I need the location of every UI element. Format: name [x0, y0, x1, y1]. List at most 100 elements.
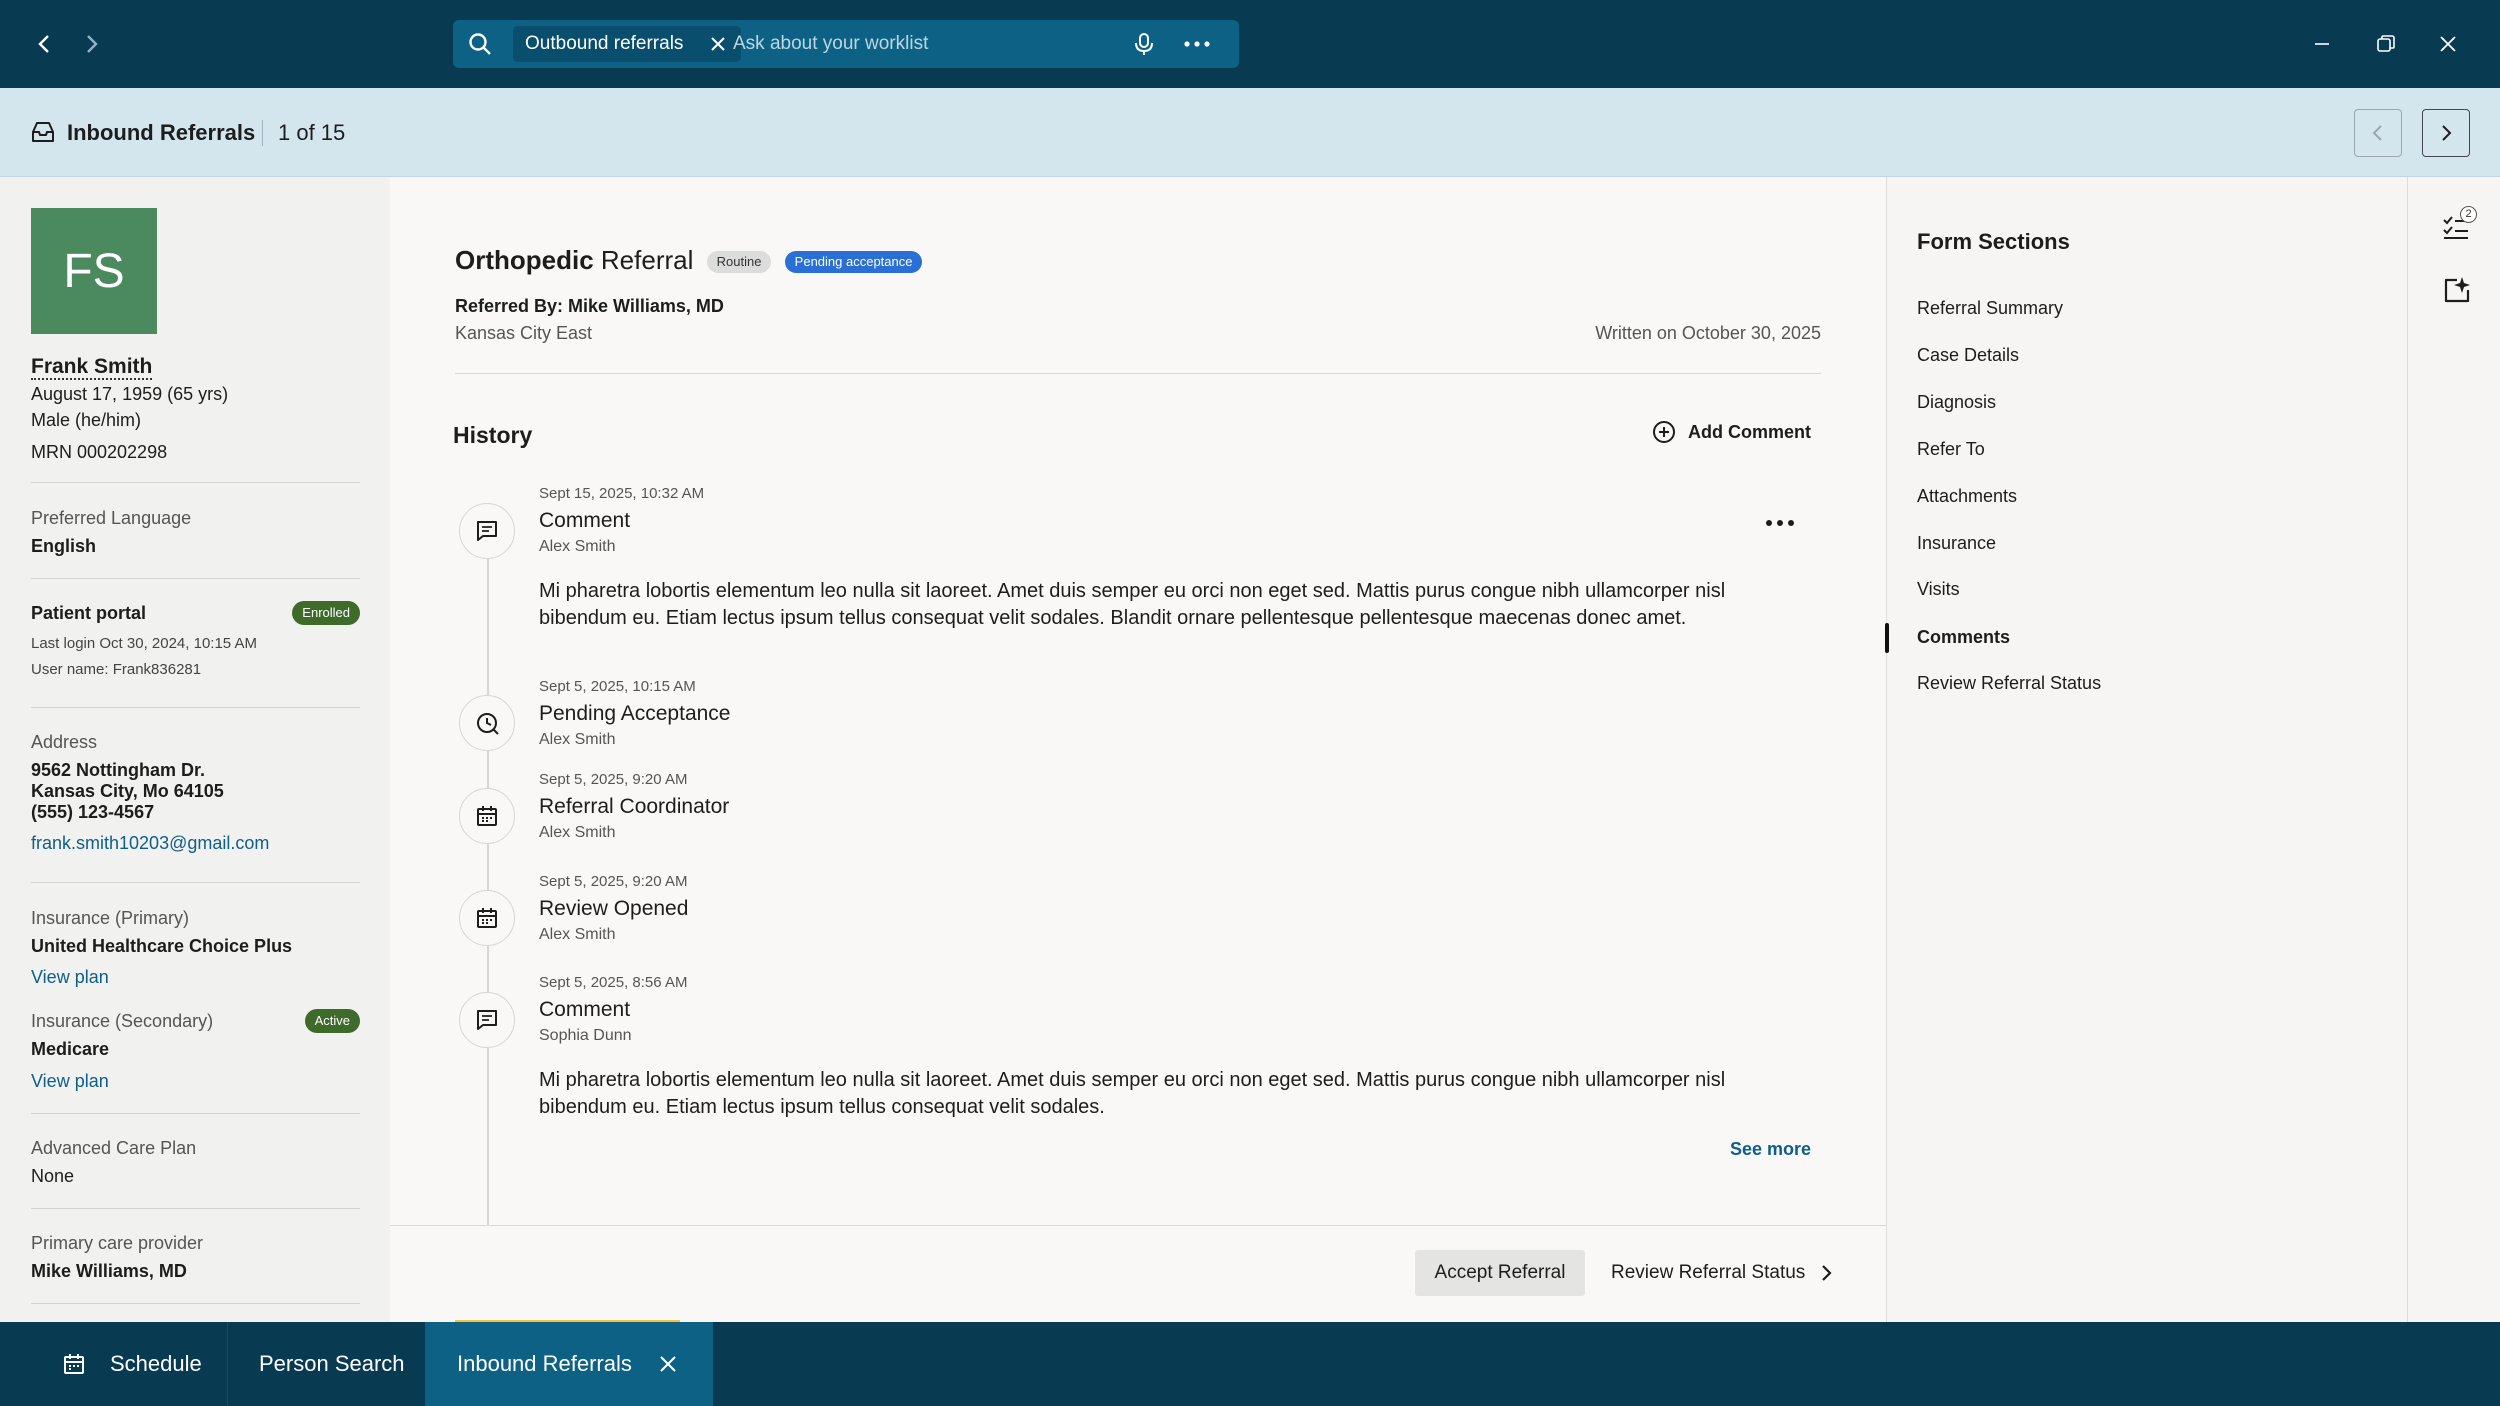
- section-link-case-details[interactable]: Case Details: [1917, 345, 2019, 366]
- portal-last-login: Last login Oct 30, 2024, 10:15 AM: [31, 635, 257, 652]
- review-referral-status-label: Review Referral Status: [1611, 1262, 1806, 1283]
- timeline-icon: [459, 992, 515, 1048]
- minimize-icon: [2315, 43, 2329, 45]
- patient-phone: (555) 123-4567: [31, 802, 155, 822]
- timeline-icon: [459, 503, 515, 559]
- section-link-diagnosis[interactable]: Diagnosis: [1917, 392, 1996, 413]
- history-entry-time: Sept 5, 2025, 8:56 AM: [539, 974, 688, 991]
- divider: [31, 882, 360, 883]
- view-plan-secondary-link[interactable]: View plan: [31, 1071, 109, 1092]
- referral-title-rest: Referral: [600, 245, 694, 275]
- portal-status-badge: Enrolled: [292, 601, 360, 625]
- accept-referral-button[interactable]: Accept Referral: [1415, 1250, 1585, 1296]
- section-link-referral-summary[interactable]: Referral Summary: [1917, 298, 2063, 319]
- language-value: English: [31, 536, 97, 556]
- history-entry-title: Comment: [539, 998, 631, 1021]
- calendar-icon: [477, 806, 497, 826]
- history-entry-author: Sophia Dunn: [539, 1027, 632, 1044]
- referred-by: Referred By: Mike Williams, MD: [455, 296, 724, 316]
- patient-name[interactable]: Frank Smith: [31, 356, 153, 380]
- pcp-value: Mike Williams, MD: [31, 1261, 187, 1281]
- title-bar: Outbound referrals: [0, 0, 2500, 88]
- close-tab-icon[interactable]: [659, 1355, 677, 1373]
- search-bar[interactable]: Outbound referrals: [453, 20, 1239, 68]
- see-more-link[interactable]: See more: [1730, 1139, 1811, 1160]
- close-window-icon: [2440, 36, 2456, 52]
- section-link-refer-to[interactable]: Refer To: [1917, 439, 1985, 460]
- section-link-review-referral-status[interactable]: Review Referral Status: [1917, 673, 2101, 694]
- timeline-icon: [459, 788, 515, 844]
- clock-icon: [477, 713, 499, 735]
- add-circle-icon: [1653, 421, 1675, 443]
- section-link-insurance[interactable]: Insurance: [1917, 533, 1996, 554]
- insurance-secondary-label: Insurance (Secondary): [31, 1011, 214, 1031]
- form-sections-title: Form Sections: [1917, 229, 2070, 254]
- section-link-comments[interactable]: Comments: [1917, 627, 2010, 648]
- patient-email-link[interactable]: frank.smith10203@gmail.com: [31, 833, 269, 854]
- insurance-primary-value: United Healthcare Choice Plus: [31, 936, 293, 956]
- history-entry-title: Referral Coordinator: [539, 795, 730, 818]
- add-comment-button[interactable]: Add Comment: [1652, 420, 1811, 444]
- tab-inbound-referrals-label: Inbound Referrals: [457, 1351, 632, 1376]
- restore-icon: [2377, 35, 2395, 52]
- history-entry-author: Alex Smith: [539, 731, 616, 748]
- divider: [31, 707, 360, 708]
- close-icon[interactable]: [709, 35, 727, 53]
- tab-person-search[interactable]: Person Search: [228, 1322, 425, 1406]
- divider: [31, 1113, 360, 1114]
- worklist-title: Inbound Referrals: [67, 120, 256, 145]
- close-window-button[interactable]: [2432, 28, 2464, 60]
- active-section-indicator: [1885, 623, 1889, 653]
- history-entry-time: Sept 15, 2025, 10:32 AM: [539, 485, 705, 502]
- priority-tag: Routine: [706, 251, 772, 274]
- microphone-icon[interactable]: [1133, 32, 1155, 56]
- open-tabs-bar: Schedule Person Search Inbound Referrals: [0, 1322, 2500, 1406]
- insurance-primary-label: Insurance (Primary): [31, 908, 190, 928]
- tab-schedule[interactable]: Schedule: [0, 1322, 227, 1406]
- comment-icon: [477, 521, 497, 541]
- referral-location: Kansas City East: [455, 323, 593, 343]
- history-entry-title: Comment: [539, 509, 631, 532]
- more-icon[interactable]: [1183, 40, 1211, 48]
- view-plan-primary-link[interactable]: View plan: [31, 967, 109, 988]
- timeline-icon: [459, 890, 515, 946]
- inbox-icon: [32, 122, 54, 142]
- written-on-date: Written on October 30, 2025: [1595, 323, 1821, 343]
- form-sections-panel: Form Sections Referral Summary Case Deta…: [1885, 177, 2407, 1322]
- worklist-header: Inbound Referrals 1 of 15: [0, 88, 2500, 177]
- language-label: Preferred Language: [31, 508, 192, 528]
- tasks-button[interactable]: 2: [2442, 206, 2477, 244]
- section-link-visits[interactable]: Visits: [1917, 579, 1960, 600]
- ai-share-button[interactable]: [2442, 275, 2474, 307]
- divider: [31, 1303, 360, 1304]
- previous-record-button[interactable]: [2354, 109, 2402, 157]
- calendar-icon: [477, 908, 497, 928]
- divider: [31, 578, 360, 579]
- chevron-right-icon: [1822, 1265, 1832, 1281]
- tab-schedule-label: Schedule: [110, 1351, 202, 1376]
- patient-dob: August 17, 1959 (65 yrs): [31, 384, 229, 404]
- next-record-button[interactable]: [2422, 109, 2470, 157]
- restore-button[interactable]: [2370, 28, 2402, 60]
- divider: [455, 373, 1821, 374]
- more-icon[interactable]: [1765, 519, 1795, 527]
- back-icon: [38, 35, 49, 53]
- pcp-label: Primary care provider: [31, 1233, 204, 1253]
- section-link-attachments[interactable]: Attachments: [1917, 486, 2017, 507]
- search-input[interactable]: [733, 28, 1123, 60]
- timeline-icon: [459, 695, 515, 751]
- back-button[interactable]: [27, 28, 63, 60]
- patient-mrn: MRN 000202298: [31, 442, 168, 462]
- search-filter-chip[interactable]: Outbound referrals: [513, 26, 742, 62]
- address-line1: 9562 Nottingham Dr.: [31, 760, 206, 780]
- tab-inbound-referrals[interactable]: Inbound Referrals: [425, 1322, 713, 1406]
- history-entry-body: Mi pharetra lobortis elementum leo nulla…: [539, 1069, 1726, 1118]
- referral-title-specialty: Orthopedic: [455, 245, 594, 275]
- chevron-right-icon: [2442, 125, 2452, 141]
- minimize-button[interactable]: [2306, 28, 2338, 60]
- history-entry-title: Pending Acceptance: [539, 702, 731, 725]
- patient-sex: Male (he/him): [31, 410, 142, 430]
- forward-button[interactable]: [73, 28, 109, 60]
- history-entry-author: Alex Smith: [539, 824, 616, 841]
- review-referral-status-button[interactable]: Review Referral Status: [1611, 1250, 1833, 1296]
